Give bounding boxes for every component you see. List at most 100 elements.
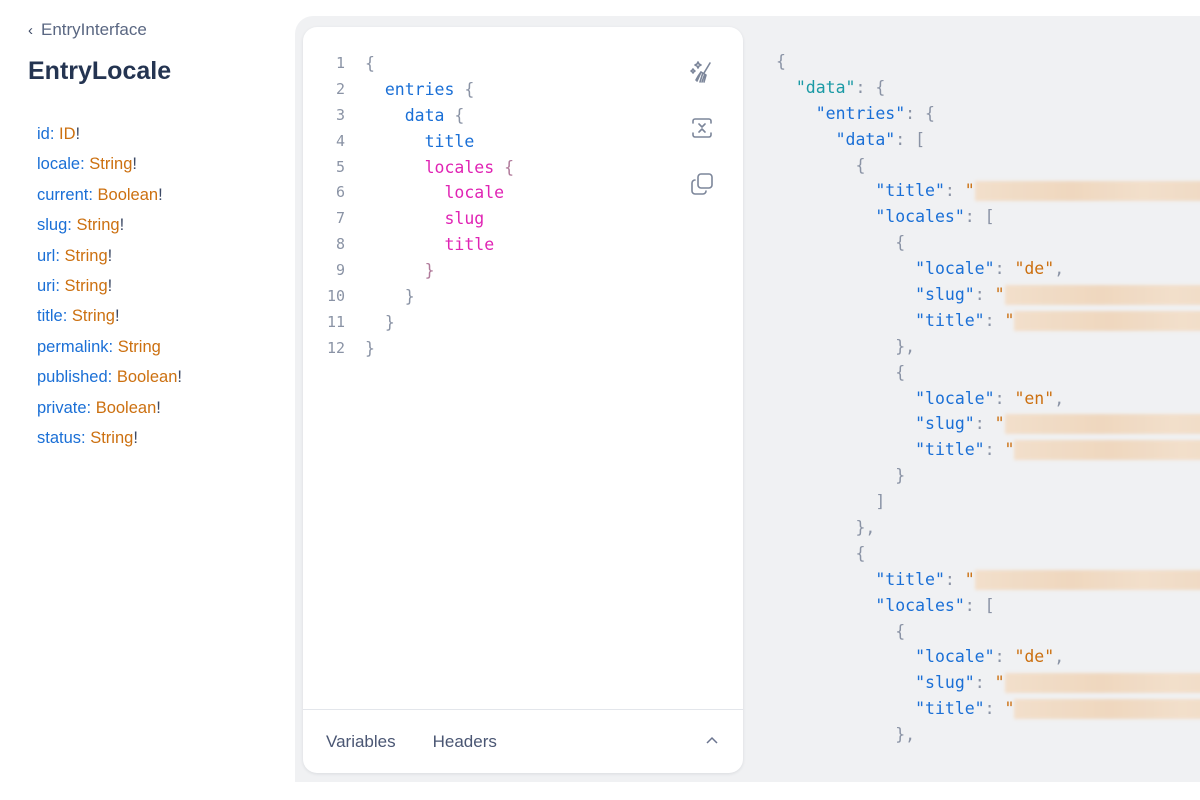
field-type[interactable]: Boolean xyxy=(96,399,157,417)
prettify-icon xyxy=(690,61,711,83)
code-line: 10 } xyxy=(323,284,514,310)
field-name[interactable]: url xyxy=(37,247,55,265)
code-line: 4 title xyxy=(323,129,514,155)
code-text: } xyxy=(365,310,395,336)
field-name[interactable]: id xyxy=(37,125,50,143)
result-line: { xyxy=(776,541,1200,567)
result-line: { xyxy=(776,153,1200,179)
result-line: "locale": "en", xyxy=(776,386,1200,412)
redacted-value xyxy=(1004,673,1200,694)
merge-fragments-button[interactable] xyxy=(687,113,717,143)
code-punct: } xyxy=(424,261,435,281)
field-type[interactable]: String xyxy=(65,277,108,295)
json-string: " xyxy=(1004,310,1015,330)
field-item: current: Boolean! xyxy=(37,183,182,213)
redacted-value xyxy=(1004,414,1200,435)
redacted-value xyxy=(1014,310,1200,331)
field-name[interactable]: private xyxy=(37,399,87,417)
back-link-label: EntryInterface xyxy=(41,20,147,39)
code-punct: } xyxy=(384,312,395,332)
non-null-marker: ! xyxy=(75,125,81,143)
field-colon: : xyxy=(88,185,98,204)
field-type[interactable]: String xyxy=(65,247,108,265)
field-name[interactable]: current xyxy=(37,186,88,204)
code-token: slug xyxy=(444,209,485,229)
json-punct: : xyxy=(944,569,965,589)
code-text: locale xyxy=(365,180,504,206)
line-number: 10 xyxy=(326,287,345,306)
field-name[interactable]: status xyxy=(37,429,81,447)
field-type[interactable]: ID xyxy=(59,125,76,143)
json-key: "title" xyxy=(915,440,985,460)
prettify-button[interactable] xyxy=(687,57,717,87)
line-number: 3 xyxy=(335,105,345,124)
code-text: entries { xyxy=(365,77,474,103)
non-null-marker: ! xyxy=(107,246,113,265)
toggle-footer-button[interactable] xyxy=(703,732,721,750)
field-type[interactable]: String xyxy=(89,155,132,173)
field-colon: : xyxy=(62,307,72,326)
code-text: } xyxy=(365,336,375,362)
result-line: { xyxy=(776,230,1200,256)
field-type[interactable]: String xyxy=(76,216,119,234)
field-type[interactable]: Boolean xyxy=(117,368,178,386)
json-punct: { xyxy=(776,52,786,71)
result-viewer[interactable]: { "data": { "entries": { "data": [ { "ti… xyxy=(776,49,1200,748)
result-line: "title": " xyxy=(776,567,1200,593)
result-line: }, xyxy=(776,334,1200,360)
field-item: uri: String! xyxy=(37,274,182,304)
query-code[interactable]: 1{2 entries {3 data {4 title 5 locales {6… xyxy=(323,51,514,362)
line-number: 8 xyxy=(335,235,345,254)
line-number: 2 xyxy=(335,79,345,98)
json-key: "title" xyxy=(915,699,985,719)
code-text: title xyxy=(365,232,494,258)
editor-toolbar xyxy=(687,57,717,199)
json-punct: : xyxy=(994,388,1015,408)
result-line: "title": " xyxy=(776,437,1200,463)
code-text: } xyxy=(365,258,435,284)
query-editor[interactable]: 1{2 entries {3 data {4 title 5 locales {6… xyxy=(303,27,743,773)
field-list: id: ID! locale: String! current: Boolean! s… xyxy=(37,122,182,456)
field-type[interactable]: String xyxy=(90,429,133,447)
field-name[interactable]: published xyxy=(37,368,108,386)
non-null-marker: ! xyxy=(156,398,161,417)
field-item: status: String! xyxy=(37,426,182,456)
type-title: EntryLocale xyxy=(28,57,172,85)
json-punct: : xyxy=(994,259,1015,279)
field-name[interactable]: slug xyxy=(37,216,67,234)
json-key: "slug" xyxy=(915,673,975,693)
line-number: 12 xyxy=(326,338,345,357)
copy-query-button[interactable] xyxy=(687,169,717,199)
redacted-value xyxy=(974,569,1200,590)
field-name[interactable]: permalink xyxy=(37,338,109,356)
field-name[interactable]: uri xyxy=(37,277,55,295)
redacted-value xyxy=(1014,699,1200,720)
field-type[interactable]: String xyxy=(72,307,115,325)
tab-variables[interactable]: Variables xyxy=(326,732,396,752)
field-name[interactable]: locale xyxy=(37,155,80,173)
field-item: locale: String! xyxy=(37,152,182,182)
back-link[interactable]: ‹ EntryInterface xyxy=(28,20,147,40)
json-key: "data" xyxy=(795,77,856,97)
field-type[interactable]: Boolean xyxy=(98,186,159,204)
code-line: 11 } xyxy=(323,310,514,336)
field-type[interactable]: String xyxy=(118,338,161,356)
json-punct: }, xyxy=(855,518,876,538)
field-item: url: String! xyxy=(37,244,182,274)
code-text: title xyxy=(365,129,475,155)
json-punct: }, xyxy=(895,725,916,745)
copy-icon xyxy=(691,173,713,195)
redacted-value xyxy=(974,181,1200,202)
field-name[interactable]: title xyxy=(37,307,63,325)
tab-headers[interactable]: Headers xyxy=(433,732,497,752)
